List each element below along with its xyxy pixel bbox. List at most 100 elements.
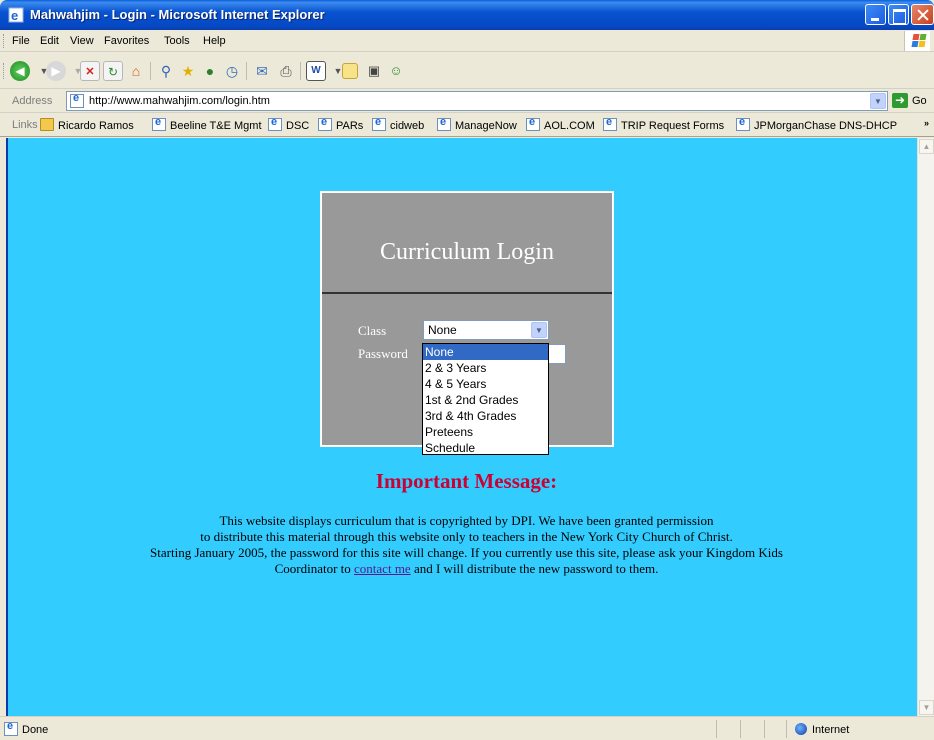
window-frame [0, 138, 8, 716]
link-cidweb[interactable]: cidweb [372, 116, 424, 132]
message-text: Coordinator to [274, 561, 351, 576]
home-icon[interactable]: ⌂ [126, 61, 146, 81]
print-icon[interactable]: ⎙ [276, 61, 296, 81]
link-label: ManageNow [455, 120, 517, 132]
message-title: Important Message: [375, 469, 558, 493]
toolbar-grip [3, 34, 6, 48]
security-zone: Internet [812, 724, 850, 736]
close-button[interactable] [911, 4, 934, 25]
chevron-down-icon[interactable]: ▼ [531, 322, 547, 338]
status-bar: Done Internet [0, 716, 934, 740]
login-heading: Curriculum Login [380, 239, 554, 265]
title-bar[interactable]: e Mahwahjim - Login - Microsoft Internet… [0, 0, 934, 30]
class-option[interactable]: 2 & 3 Years [423, 360, 548, 376]
password-input[interactable] [546, 344, 566, 364]
class-select[interactable]: None ▼ [423, 320, 549, 340]
window-title: Mahwahjim - Login - Microsoft Internet E… [30, 7, 325, 22]
link-dsc[interactable]: DSC [268, 116, 310, 132]
back-icon[interactable]: ◀ [10, 61, 30, 81]
go-arrow-icon[interactable]: ➜ [892, 93, 908, 108]
menu-tools[interactable]: Tools [164, 35, 190, 47]
chevron-down-icon[interactable]: ▼ [870, 93, 886, 109]
message-line: Coordinator to contact me and I will dis… [8, 561, 925, 577]
page-icon [268, 116, 282, 131]
standard-toolbar: ◀ ▼ ▶ ▼ ✕ ↻ ⌂ ⚲ ★ ● ◷ ✉ ⎙ W ▼ ▣ ☺ [0, 53, 934, 89]
folder-icon [40, 118, 54, 131]
forward-icon[interactable]: ▶ [46, 61, 66, 81]
password-label: Password [358, 346, 408, 361]
link-aol[interactable]: AOL.COM [526, 116, 595, 132]
toolbar-separator [300, 62, 301, 80]
page-icon [372, 116, 386, 131]
link-label: Beeline T&E Mgmt [170, 120, 262, 132]
refresh-icon[interactable]: ↻ [103, 61, 123, 81]
vertical-scrollbar[interactable]: ▲ ▼ [917, 138, 934, 716]
page-icon [603, 116, 617, 131]
maximize-button[interactable] [888, 4, 909, 25]
link-managenow[interactable]: ManageNow [437, 116, 517, 132]
media-icon[interactable]: ● [200, 61, 220, 81]
links-overflow-icon[interactable]: » [924, 118, 929, 128]
divider [322, 292, 612, 294]
class-option[interactable]: 1st & 2nd Grades [423, 392, 548, 408]
go-button[interactable]: Go [912, 95, 927, 107]
search-icon[interactable]: ⚲ [156, 61, 176, 81]
internet-globe-icon [795, 723, 807, 735]
link-label: PARs [336, 120, 364, 132]
class-option[interactable]: Schedule [423, 440, 548, 456]
links-label: Links [12, 119, 38, 131]
contact-me-link[interactable]: contact me [354, 561, 411, 576]
toolbar-separator [150, 62, 151, 80]
scroll-up-icon[interactable]: ▲ [919, 139, 934, 154]
class-option[interactable]: 4 & 5 Years [423, 376, 548, 392]
link-label: TRIP Request Forms [621, 120, 725, 132]
status-panel [764, 720, 765, 738]
link-ricardo-ramos[interactable]: Ricardo Ramos [40, 118, 134, 132]
svg-text:e: e [11, 8, 18, 23]
mail-icon[interactable]: ✉ [252, 61, 272, 81]
toolbar-grip [3, 63, 6, 79]
address-input[interactable]: http://www.mahwahjim.com/login.htm ▼ [66, 91, 888, 111]
address-url[interactable]: http://www.mahwahjim.com/login.htm [89, 95, 270, 107]
links-bar: Links Ricardo Ramos Beeline T&E Mgmt DSC… [0, 113, 934, 137]
page-icon [736, 116, 750, 131]
address-bar: Address http://www.mahwahjim.com/login.h… [0, 89, 934, 113]
status-panel [716, 720, 717, 738]
menu-view[interactable]: View [70, 35, 94, 47]
messenger-icon[interactable]: ☺ [386, 61, 406, 81]
link-label: DSC [286, 120, 310, 132]
link-label: AOL.COM [544, 120, 595, 132]
menu-help[interactable]: Help [203, 35, 226, 47]
menu-favorites[interactable]: Favorites [104, 35, 149, 47]
class-option[interactable]: Preteens [423, 424, 548, 440]
link-beeline[interactable]: Beeline T&E Mgmt [152, 116, 262, 132]
link-trip-request-forms[interactable]: TRIP Request Forms [603, 116, 725, 132]
link-jpmorganchase[interactable]: JPMorganChase DNS-DHCP [736, 116, 897, 132]
address-label: Address [12, 95, 53, 107]
message-body: This website displays curriculum that is… [8, 513, 925, 577]
scroll-down-icon[interactable]: ▼ [919, 700, 934, 715]
favorites-icon[interactable]: ★ [178, 61, 198, 81]
status-panel [740, 720, 741, 738]
research-icon[interactable]: ▣ [364, 61, 384, 81]
class-option[interactable]: 3rd & 4th Grades [423, 408, 548, 424]
message-text: and I will distribute the new password t… [413, 561, 659, 576]
windows-logo-icon [904, 31, 930, 51]
menu-file[interactable]: File [12, 35, 30, 47]
minimize-button[interactable] [865, 4, 886, 25]
ie-icon: e [8, 7, 24, 23]
page-content: Curriculum Login Class Password None ▼ N… [8, 138, 917, 716]
link-pars[interactable]: PARs [318, 116, 364, 132]
page-icon [318, 116, 332, 131]
page-icon [70, 92, 84, 108]
history-icon[interactable]: ◷ [222, 61, 242, 81]
edit-icon[interactable]: W [306, 61, 326, 81]
toolbar-separator [246, 62, 247, 80]
menu-edit[interactable]: Edit [40, 35, 59, 47]
page-icon [437, 116, 451, 131]
stop-icon[interactable]: ✕ [80, 61, 100, 81]
class-option[interactable]: None [423, 344, 548, 360]
class-select-value: None [428, 323, 457, 337]
discuss-icon[interactable] [342, 63, 358, 79]
class-dropdown-list[interactable]: None 2 & 3 Years 4 & 5 Years 1st & 2nd G… [422, 343, 549, 455]
